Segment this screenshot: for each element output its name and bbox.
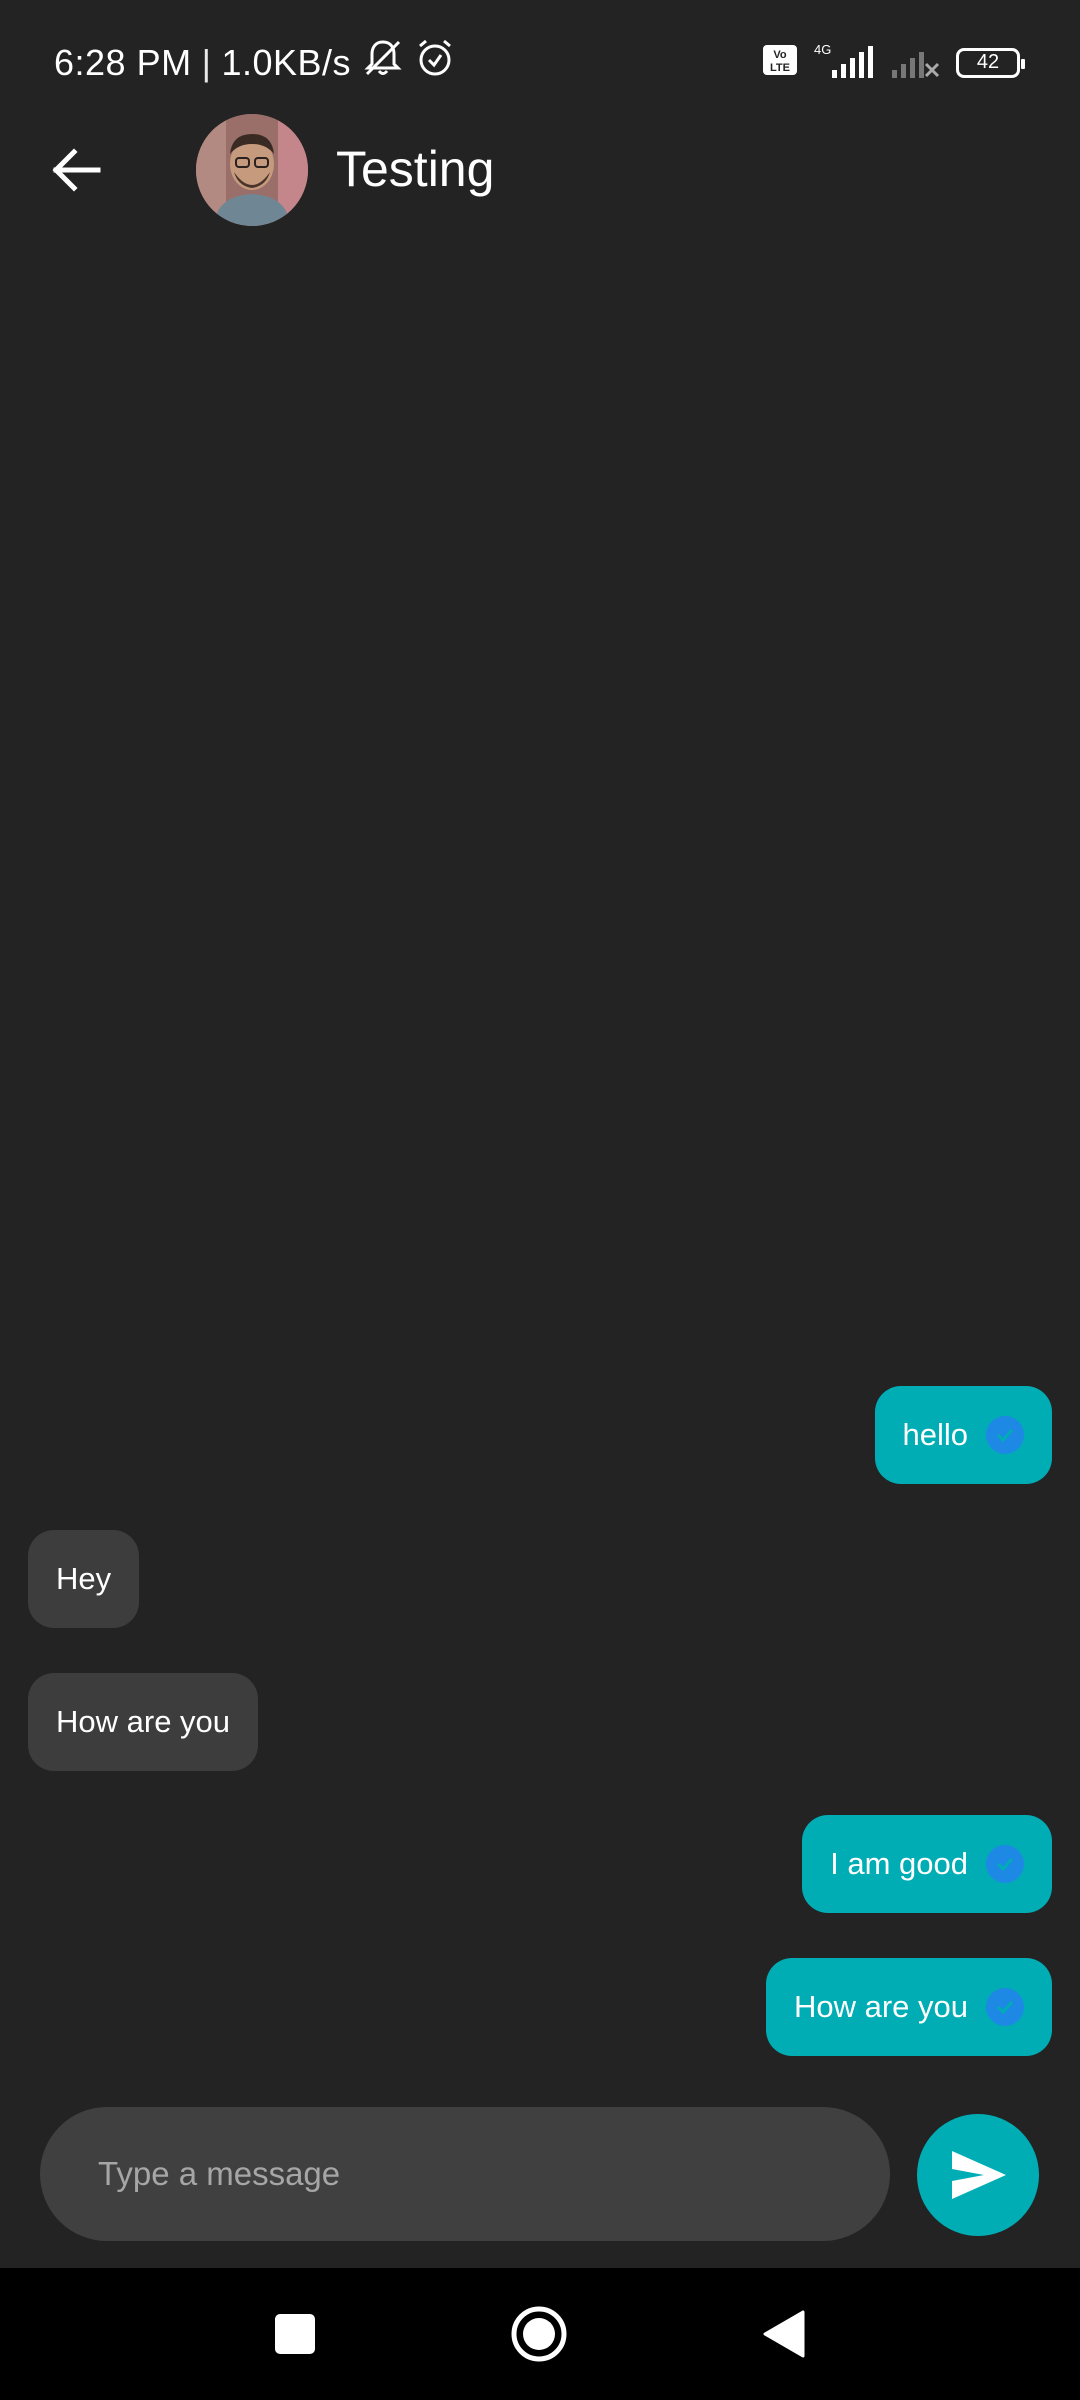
status-right: Vo LTE 4G 42 xyxy=(762,40,1025,85)
message-composer[interactable] xyxy=(40,2107,890,2241)
square-icon xyxy=(275,2314,315,2354)
message-bubble-incoming[interactable]: How are you xyxy=(28,1673,259,1771)
send-icon xyxy=(952,2151,1006,2199)
status-bar: 6:28 PM | 1.0KB/s Vo LTE 4G 42 xyxy=(0,0,1080,120)
status-separator: | xyxy=(201,41,212,83)
system-nav-bar xyxy=(0,2268,1080,2400)
status-left: 6:28 PM | 1.0KB/s xyxy=(54,38,455,87)
network-speed: 1.0KB/s xyxy=(221,41,352,83)
svg-text:4G: 4G xyxy=(814,42,831,57)
chat-screen: 6:28 PM | 1.0KB/s Vo LTE 4G 42 Testing h… xyxy=(0,0,1080,2400)
circle-icon xyxy=(511,2306,567,2362)
back-button[interactable] xyxy=(36,130,116,210)
read-check-icon xyxy=(986,1988,1024,2026)
message-bubble-outgoing[interactable]: How are you xyxy=(765,1958,1052,2056)
message-text: Hey xyxy=(56,1561,112,1596)
alarm-icon xyxy=(415,38,455,87)
message-bubble-outgoing[interactable]: I am good xyxy=(802,1815,1052,1913)
message-bubble-outgoing[interactable]: hello xyxy=(874,1386,1052,1484)
home-button[interactable] xyxy=(503,2298,575,2370)
svg-text:Vo: Vo xyxy=(773,49,787,61)
message-text: How are you xyxy=(793,1989,968,2024)
contact-name[interactable]: Testing xyxy=(336,140,494,198)
signal-4g-icon: 4G xyxy=(812,40,876,85)
message-text: hello xyxy=(902,1417,969,1452)
svg-text:LTE: LTE xyxy=(770,62,790,74)
send-button[interactable] xyxy=(917,2114,1039,2236)
message-bubble-incoming[interactable]: Hey xyxy=(28,1530,140,1628)
message-text: How are you xyxy=(56,1704,231,1739)
read-check-icon xyxy=(986,1845,1024,1883)
read-check-icon xyxy=(986,1416,1024,1454)
message-text: I am good xyxy=(830,1846,968,1881)
signal-no-service-icon xyxy=(890,40,942,85)
battery-icon: 42 xyxy=(956,47,1025,78)
nav-back-button[interactable] xyxy=(747,2298,819,2370)
volte-icon: Vo LTE xyxy=(762,43,798,82)
message-input[interactable] xyxy=(96,2154,890,2194)
bell-off-icon xyxy=(361,38,405,87)
triangle-back-icon xyxy=(763,2310,805,2358)
recents-button[interactable] xyxy=(259,2298,331,2370)
status-time: 6:28 PM xyxy=(54,41,192,83)
chat-header: Testing xyxy=(0,110,1080,230)
avatar[interactable] xyxy=(196,114,308,226)
arrow-left-icon xyxy=(52,148,101,192)
